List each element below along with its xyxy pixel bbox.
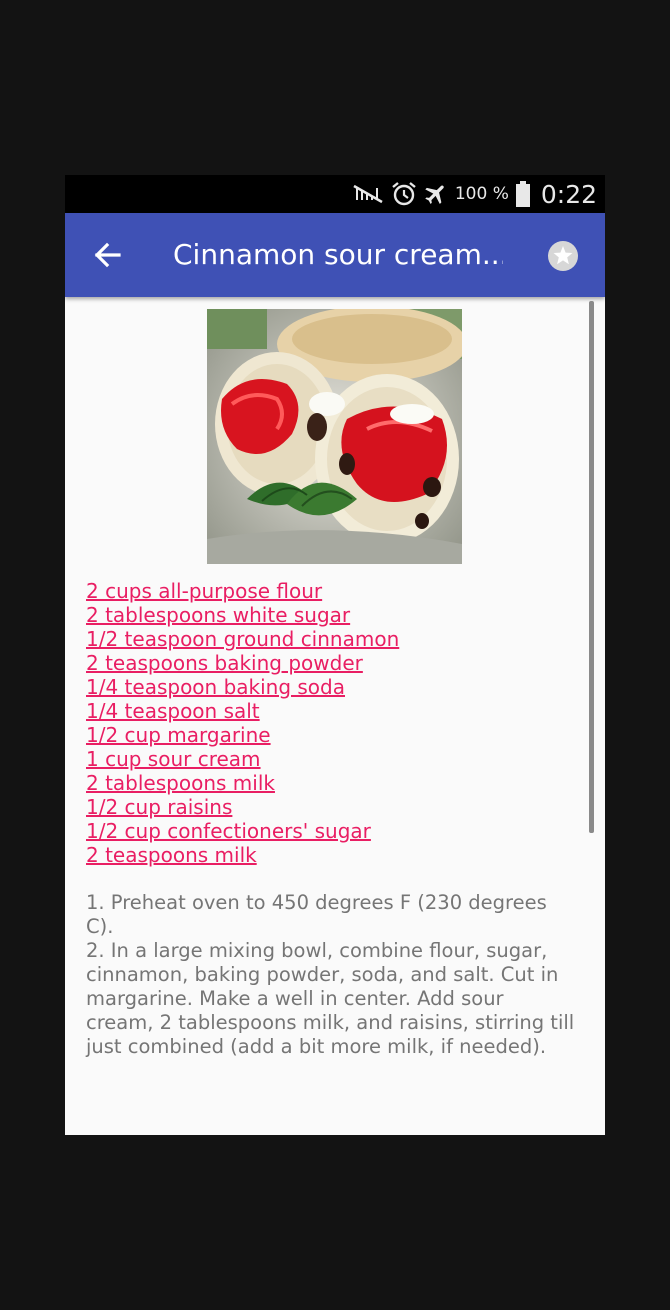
list-item: 1/4 teaspoon salt xyxy=(86,699,576,723)
ingredient-list: 2 cups all-purpose flour 2 tablespoons w… xyxy=(86,579,576,867)
list-item: 1/4 teaspoon baking soda xyxy=(86,675,576,699)
ingredient-link[interactable]: 1 cup sour cream xyxy=(86,747,576,771)
list-item: 2 tablespoons white sugar xyxy=(86,603,576,627)
scrollbar[interactable] xyxy=(589,301,594,833)
list-item: 1/2 cup margarine xyxy=(86,723,576,747)
ingredient-link[interactable]: 2 tablespoons white sugar xyxy=(86,603,576,627)
recipe-photo xyxy=(207,309,462,564)
instruction-step: 2. In a large mixing bowl, combine flour… xyxy=(86,939,575,1058)
ingredient-link[interactable]: 2 teaspoons baking powder xyxy=(86,651,576,675)
airplane-mode-icon xyxy=(425,185,444,204)
page-title: Cinnamon sour cream... xyxy=(173,238,503,271)
ingredient-link[interactable]: 1/2 cup raisins xyxy=(86,795,576,819)
list-item: 1/2 teaspoon ground cinnamon xyxy=(86,627,576,651)
ingredient-link[interactable]: 2 teaspoons milk xyxy=(86,843,576,867)
arrow-left-icon xyxy=(94,242,121,268)
favorite-button[interactable] xyxy=(546,239,580,273)
list-item: 2 teaspoons baking powder xyxy=(86,651,576,675)
instruction-step: 1. Preheat oven to 450 degrees F (230 de… xyxy=(86,891,547,938)
app-toolbar: Cinnamon sour cream... xyxy=(65,213,605,297)
list-item: 2 teaspoons milk xyxy=(86,843,576,867)
alarm-icon xyxy=(392,182,416,206)
back-button[interactable] xyxy=(89,235,129,275)
ingredient-link[interactable]: 1/2 cup confectioners' sugar xyxy=(86,819,576,843)
app-screen: 100 % 0:22 Cinnamon sour cream... 2 cups… xyxy=(65,175,605,1135)
battery-icon xyxy=(515,181,530,207)
recipe-content[interactable]: 2 cups all-purpose flour 2 tablespoons w… xyxy=(65,297,605,1135)
battery-percent: 100 % xyxy=(454,184,509,204)
list-item: 1 cup sour cream xyxy=(86,747,576,771)
ingredient-link[interactable]: 1/4 teaspoon salt xyxy=(86,699,576,723)
ingredient-link[interactable]: 1/2 teaspoon ground cinnamon xyxy=(86,627,576,651)
list-item: 1/2 cup confectioners' sugar xyxy=(86,819,576,843)
ingredient-link[interactable]: 2 cups all-purpose flour xyxy=(86,579,576,603)
ingredient-link[interactable]: 1/2 cup margarine xyxy=(86,723,576,747)
list-item: 2 cups all-purpose flour xyxy=(86,579,576,603)
no-signal-icon xyxy=(353,184,383,204)
clock: 0:22 xyxy=(540,179,597,209)
ingredient-link[interactable]: 1/4 teaspoon baking soda xyxy=(86,675,576,699)
star-icon xyxy=(548,241,578,271)
list-item: 2 tablespoons milk xyxy=(86,771,576,795)
status-bar: 100 % 0:22 xyxy=(65,175,605,213)
ingredient-link[interactable]: 2 tablespoons milk xyxy=(86,771,576,795)
list-item: 1/2 cup raisins xyxy=(86,795,576,819)
